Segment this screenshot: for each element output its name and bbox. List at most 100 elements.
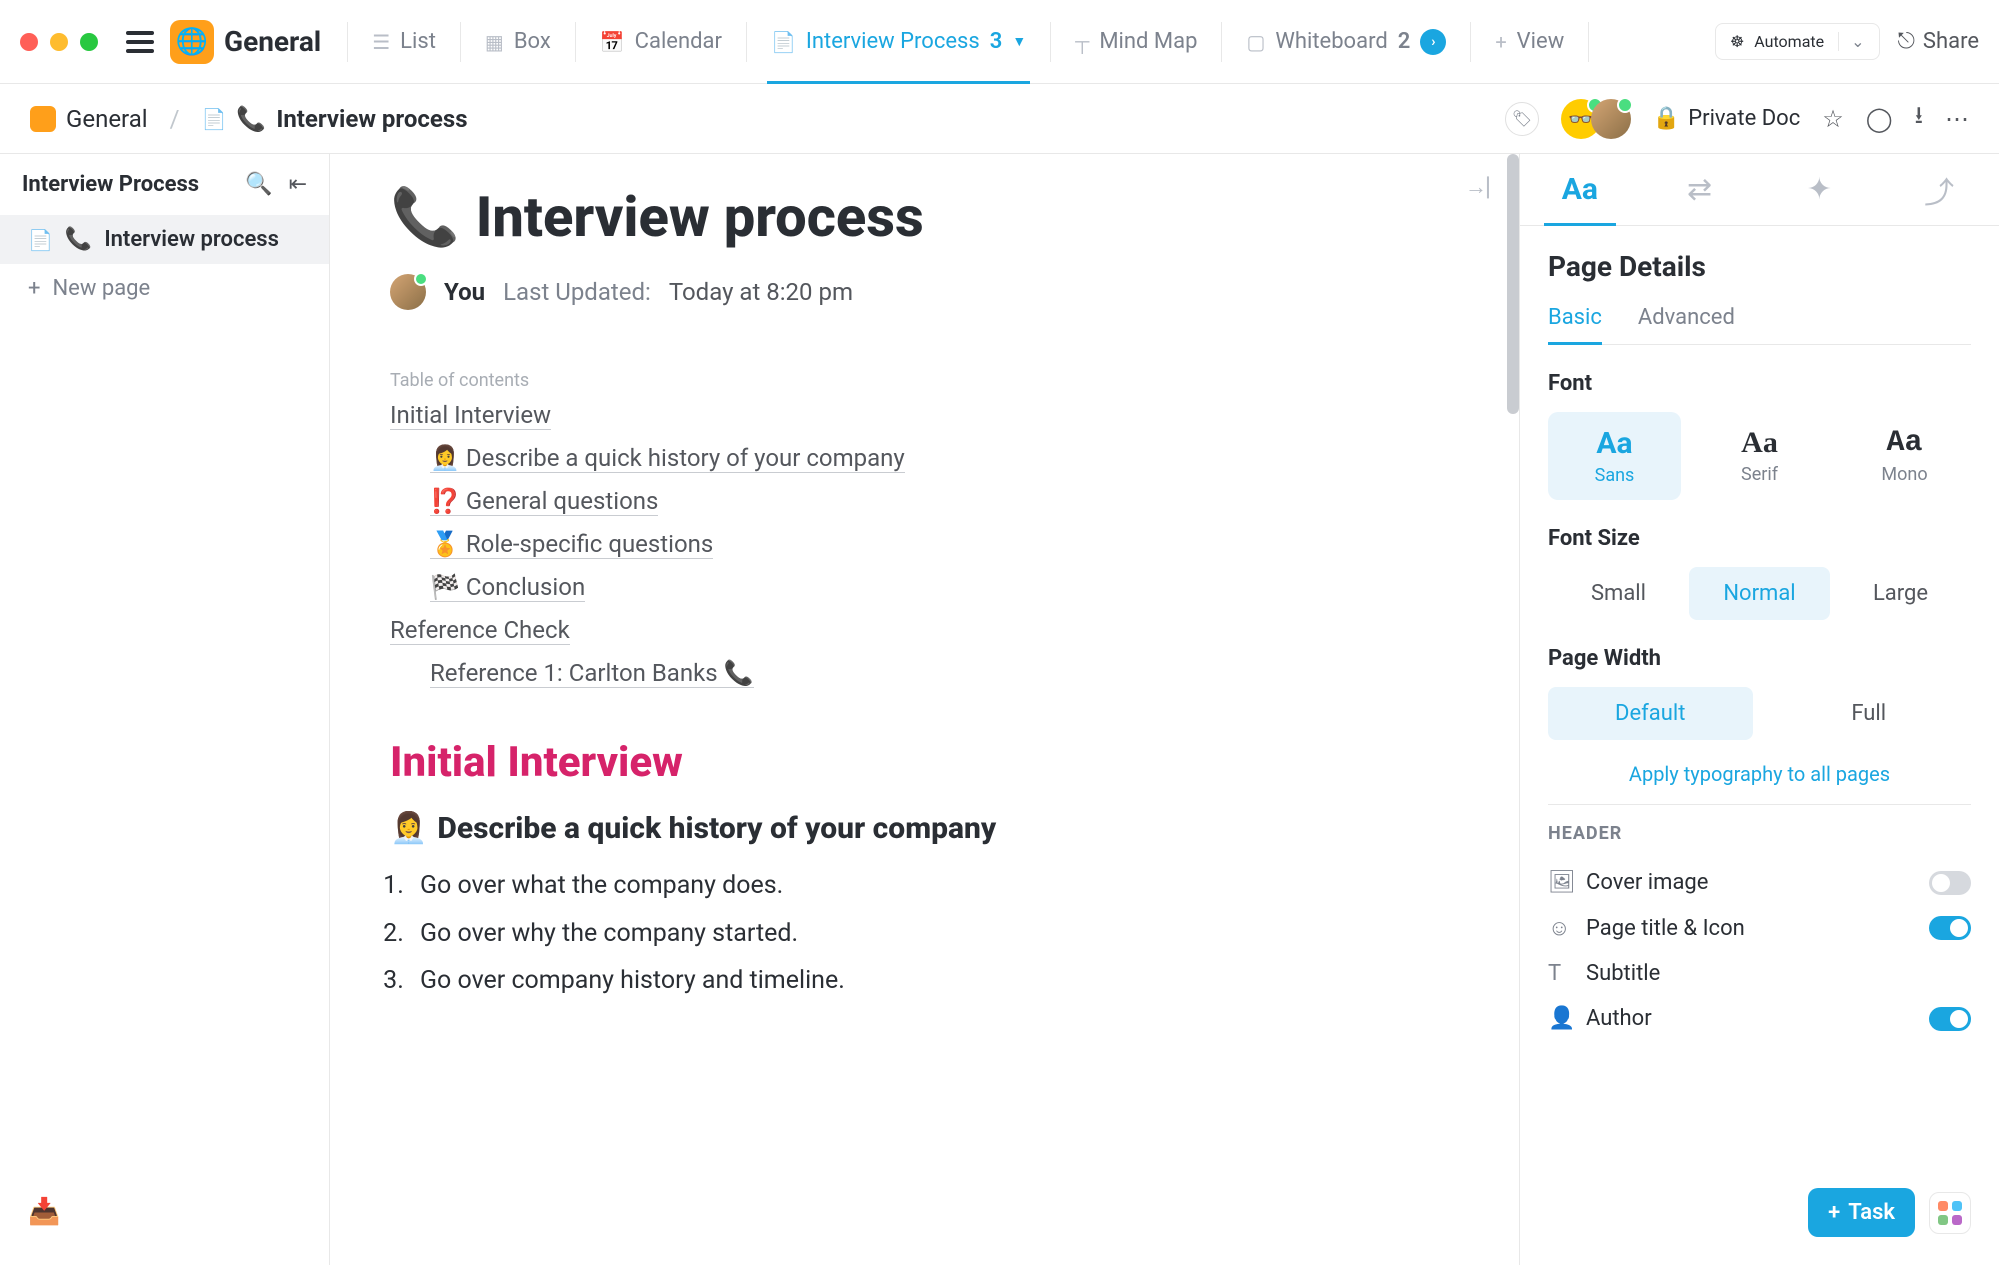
tab-ai[interactable]: ✦: [1760, 154, 1880, 225]
view-tab-list[interactable]: ☰ List: [350, 0, 458, 84]
view-label: Interview Process: [806, 29, 980, 54]
page-width-default[interactable]: Default: [1548, 687, 1753, 740]
font-size-normal[interactable]: Normal: [1689, 567, 1830, 620]
workspace-name: General: [224, 25, 321, 58]
view-label: Mind Map: [1099, 29, 1197, 54]
avatar-stack[interactable]: 👓: [1561, 99, 1631, 139]
person-icon: 👤: [1548, 1006, 1572, 1031]
right-panel-body: Page Details Basic Advanced Font Aa Sans…: [1520, 226, 1999, 1265]
share-button[interactable]: ⎋ Share: [1898, 29, 1979, 54]
plus-icon: +: [28, 276, 40, 301]
sparkle-icon: ✦: [1807, 172, 1832, 207]
inbox-icon[interactable]: 📥: [0, 1197, 329, 1247]
toggle-switch[interactable]: [1929, 871, 1971, 895]
toggle-switch[interactable]: [1929, 916, 1971, 940]
toggle-switch[interactable]: [1929, 1007, 1971, 1031]
author-name: You: [444, 278, 485, 306]
breadcrumb-page[interactable]: Interview process: [276, 105, 467, 133]
last-updated-label: Last Updated:: [503, 278, 651, 306]
view-tab-whiteboard[interactable]: ▢ Whiteboard 2 ›: [1224, 0, 1468, 84]
collapse-right-icon[interactable]: →⎸: [1465, 174, 1509, 200]
add-view-button[interactable]: + View: [1473, 0, 1586, 84]
panel-title: Page Details: [1548, 250, 1971, 283]
comment-icon[interactable]: ◯: [1866, 105, 1893, 133]
star-icon[interactable]: ☆: [1822, 105, 1844, 133]
toc-link[interactable]: Reference 1: Carlton Banks 📞: [430, 659, 754, 688]
page-width-full[interactable]: Full: [1767, 687, 1972, 740]
chevron-down-icon[interactable]: ▼: [1012, 33, 1026, 50]
heading-2[interactable]: 👩‍💼 Describe a quick history of your com…: [390, 811, 1459, 846]
download-icon[interactable]: ⭳: [1915, 98, 1923, 139]
tag-icon[interactable]: 🏷: [1505, 102, 1539, 136]
document-main: →⎸ 📞 Interview process You Last Updated:…: [330, 154, 1519, 1265]
tab-advanced[interactable]: Advanced: [1638, 305, 1735, 344]
view-tab-calendar[interactable]: 📅 Calendar: [578, 0, 744, 84]
more-icon[interactable]: ⋯: [1945, 105, 1969, 133]
sidebar-header: Interview Process 🔍 ⇤: [0, 172, 329, 215]
font-size-large[interactable]: Large: [1830, 567, 1971, 620]
avatar: [1591, 99, 1631, 139]
toc-link[interactable]: Reference Check: [390, 616, 570, 645]
plus-icon: +: [1495, 30, 1506, 54]
heading-1[interactable]: Initial Interview: [390, 738, 1459, 787]
menu-icon[interactable]: [126, 31, 154, 53]
relations-icon: ⇄: [1687, 172, 1712, 207]
toc-link[interactable]: 🏁 Conclusion: [430, 573, 585, 602]
toc-link[interactable]: 👩‍💼 Describe a quick history of your com…: [430, 444, 905, 473]
arrow-right-icon[interactable]: ›: [1420, 29, 1446, 55]
tab-basic[interactable]: Basic: [1548, 305, 1602, 344]
view-tab-interview-process[interactable]: 📄 Interview Process 3 ▼: [749, 0, 1048, 84]
sidebar-title: Interview Process: [22, 172, 199, 197]
globe-icon: 🌐: [170, 20, 214, 64]
list-item[interactable]: Go over why the company started.: [410, 910, 1459, 958]
sidebar-item-label: Interview process: [104, 227, 279, 252]
privacy-button[interactable]: 🔒 Private Doc: [1653, 106, 1800, 131]
tab-export[interactable]: ⤴: [1879, 154, 1999, 225]
sidebar-item-interview-process[interactable]: 📄 📞 Interview process: [0, 215, 329, 264]
font-option-serif[interactable]: Aa Serif: [1693, 412, 1826, 500]
close-window-icon[interactable]: [20, 33, 38, 51]
avatar: [390, 274, 426, 310]
separator: [1050, 22, 1051, 62]
page-title[interactable]: 📞 Interview process: [390, 184, 1459, 250]
font-size-small[interactable]: Small: [1548, 567, 1689, 620]
header-section-label: HEADER: [1548, 823, 1971, 844]
view-tab-box[interactable]: ▦ Box: [463, 0, 573, 84]
breadcrumb-root[interactable]: General: [66, 105, 148, 133]
search-icon[interactable]: 🔍: [245, 172, 272, 197]
font-sample: Aa: [1596, 426, 1632, 461]
separator: [1588, 22, 1589, 62]
font-section-label: Font: [1548, 371, 1971, 396]
toc-link[interactable]: 🏅 Role-specific questions: [430, 530, 713, 559]
tab-relations[interactable]: ⇄: [1640, 154, 1760, 225]
document-icon: 📄: [202, 107, 227, 131]
new-page-button[interactable]: + New page: [0, 264, 329, 313]
view-tab-mindmap[interactable]: ┬ Mind Map: [1053, 0, 1219, 84]
minimize-window-icon[interactable]: [50, 33, 68, 51]
list-item[interactable]: Go over what the company does.: [410, 862, 1459, 910]
ordered-list[interactable]: Go over what the company does. Go over w…: [390, 862, 1459, 1005]
font-size-options: Small Normal Large: [1548, 567, 1971, 620]
font-option-mono[interactable]: Aa Mono: [1838, 412, 1971, 500]
page-width-section-label: Page Width: [1548, 646, 1971, 671]
toggle-subtitle: T Subtitle: [1548, 951, 1971, 996]
collapse-icon[interactable]: ⇤: [289, 172, 307, 197]
tab-typography[interactable]: Aa: [1520, 154, 1640, 225]
right-sidebar: Aa ⇄ ✦ ⤴ Page Details Basic Advanced Fon…: [1519, 154, 1999, 1265]
chevron-down-icon[interactable]: ⌄: [1838, 32, 1864, 51]
new-task-button[interactable]: + Task: [1808, 1188, 1915, 1237]
maximize-window-icon[interactable]: [80, 33, 98, 51]
view-label: View: [1517, 29, 1565, 54]
toolbar-right: ☸ Automate ⌄ ⎋ Share: [1715, 23, 1979, 60]
automate-label: Automate: [1754, 32, 1824, 51]
toc-link[interactable]: Initial Interview: [390, 401, 551, 430]
apps-button[interactable]: [1929, 1192, 1971, 1234]
apply-typography-link[interactable]: Apply typography to all pages: [1548, 762, 1971, 786]
toc-link[interactable]: ⁉️ General questions: [430, 487, 658, 516]
separator: [1221, 22, 1222, 62]
font-option-sans[interactable]: Aa Sans: [1548, 412, 1681, 500]
list-item[interactable]: Go over company history and timeline.: [410, 957, 1459, 1005]
automate-button[interactable]: ☸ Automate ⌄: [1715, 23, 1880, 60]
toggle-label: Cover image: [1586, 870, 1708, 895]
workspace-chip[interactable]: 🌐 General: [170, 20, 321, 64]
